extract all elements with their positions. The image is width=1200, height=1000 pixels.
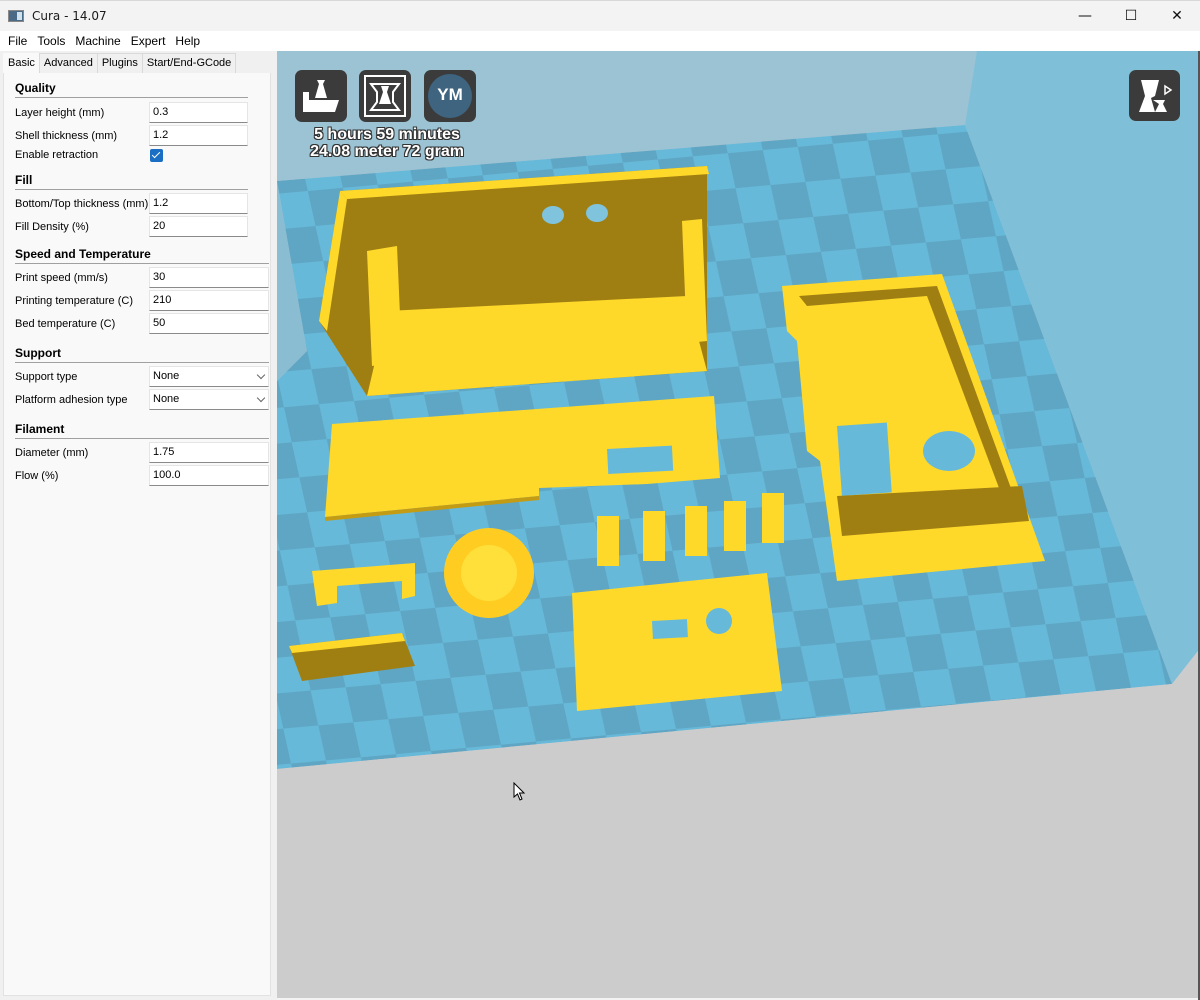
support-type-value: None [153,370,180,382]
basic-settings-panel: Quality Layer height (mm) 0.3 Shell thic… [3,73,271,996]
save-toolpath-icon [364,75,406,117]
model-knob[interactable] [444,528,534,618]
section-quality-title: Quality [15,81,56,95]
fill-density-label: Fill Density (%) [15,221,89,233]
section-divider [15,438,269,439]
tab-advanced[interactable]: Advanced [38,53,98,73]
bottom-top-thickness-input[interactable]: 1.2 [149,193,248,214]
chevron-down-icon [256,393,266,403]
menu-help[interactable]: Help [170,34,205,48]
printing-temperature-label: Printing temperature (C) [15,295,133,307]
flow-input[interactable]: 100.0 [149,465,269,486]
load-model-icon [303,80,339,112]
platform-adhesion-select[interactable]: None [149,389,269,410]
layer-height-label: Layer height (mm) [15,107,105,119]
3d-viewport[interactable]: YM 5 hours 59 minutes 24.08 meter 72 gra… [277,51,1198,998]
shell-thickness-input[interactable]: 1.2 [149,125,248,146]
tab-plugins[interactable]: Plugins [96,53,143,73]
settings-tabs: Basic Advanced Plugins Start/End-GCode [3,53,237,74]
enable-retraction-label: Enable retraction [15,149,99,161]
minimize-button[interactable]: — [1062,1,1108,31]
menu-machine[interactable]: Machine [70,34,125,48]
support-type-select[interactable]: None [149,366,269,387]
diameter-input[interactable]: 1.75 [149,442,269,463]
bottom-top-thickness-label: Bottom/Top thickness (mm) [15,198,149,210]
section-divider [15,189,248,190]
menu-file[interactable]: File [3,34,32,48]
title-bar: Cura - 14.07 — ☐ ✕ [0,0,1200,31]
load-model-button[interactable] [295,70,347,122]
section-divider [15,97,248,98]
maximize-button[interactable]: ☐ [1108,1,1154,31]
layer-height-input[interactable]: 0.3 [149,102,248,123]
diameter-label: Diameter (mm) [15,447,89,459]
tab-start-end-gcode[interactable]: Start/End-GCode [141,53,237,73]
print-material: 24.08 meter 72 gram [310,143,464,160]
save-toolpath-button[interactable] [359,70,411,122]
window-title: Cura - 14.07 [32,9,107,23]
mouse-cursor-icon [513,782,526,801]
printing-temperature-input[interactable]: 210 [149,290,269,311]
bed-temperature-label: Bed temperature (C) [15,318,116,330]
print-speed-input[interactable]: 30 [149,267,269,288]
bed-temperature-input[interactable]: 50 [149,313,269,334]
menu-tools[interactable]: Tools [32,34,70,48]
view-mode-button[interactable] [1129,70,1180,121]
section-filament-title: Filament [15,422,65,436]
view-mode-icon [1139,80,1173,112]
tab-basic[interactable]: Basic [3,53,40,74]
platform-adhesion-value: None [153,393,180,405]
flow-label: Flow (%) [15,470,59,482]
close-button[interactable]: ✕ [1154,1,1200,31]
model-main-box[interactable] [319,166,709,396]
support-type-label: Support type [15,371,78,383]
shell-thickness-label: Shell thickness (mm) [15,130,118,142]
section-divider [15,362,269,363]
menu-expert[interactable]: Expert [126,34,171,48]
print-stats: 5 hours 59 minutes 24.08 meter 72 gram [297,126,477,160]
build-volume-scene[interactable] [277,51,1198,998]
enable-retraction-checkbox[interactable] [150,149,163,162]
section-support-title: Support [15,346,61,360]
app-icon [8,10,24,22]
section-divider [15,263,269,264]
platform-adhesion-label: Platform adhesion type [15,394,128,406]
section-fill-title: Fill [15,173,33,187]
fill-density-input[interactable]: 20 [149,216,248,237]
youmagine-label: YM [437,85,463,104]
youmagine-button[interactable]: YM [424,70,476,122]
print-speed-label: Print speed (mm/s) [15,272,108,284]
model-front-plate[interactable] [572,573,782,711]
chevron-down-icon [256,370,266,380]
settings-sidebar: Basic Advanced Plugins Start/End-GCode Q… [0,51,277,1000]
menu-bar: File Tools Machine Expert Help [0,31,1200,51]
print-time: 5 hours 59 minutes [314,126,460,143]
section-speed-title: Speed and Temperature [15,247,151,261]
